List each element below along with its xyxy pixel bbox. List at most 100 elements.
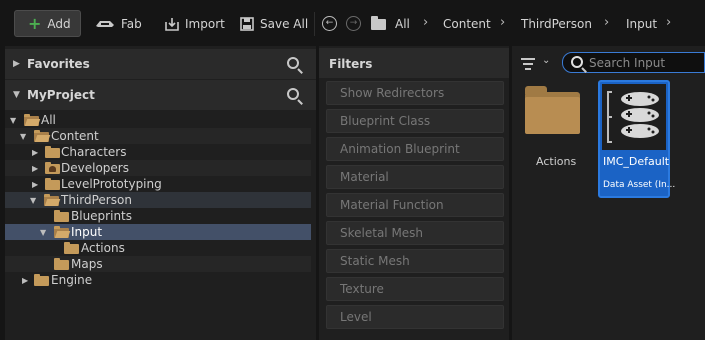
tree-item-developers[interactable]: ▶ Developers [5,160,311,176]
folder-icon [371,16,386,30]
tree-item-engine[interactable]: ▶ Engine [5,272,311,288]
save-all-button-label: Save All [260,16,309,31]
filter-level[interactable]: Level [326,305,504,329]
breadcrumb-thirdperson[interactable]: ThirdPerson [521,17,592,31]
chevron-right-icon[interactable]: › [666,15,671,30]
filter-skeletal-mesh[interactable]: Skeletal Mesh [326,221,504,245]
filters-header: Filters [319,48,509,78]
folder-open-icon [24,114,39,126]
filter-blueprint-class[interactable]: Blueprint Class [326,109,504,133]
asset-type: Data Asset (In... [603,180,676,190]
tree-item-blueprints[interactable]: Blueprints [5,208,311,224]
filter-show-redirectors[interactable]: Show Redirectors [326,81,504,105]
back-button[interactable]: ← [322,16,337,31]
folder-icon [54,258,69,270]
filters-title: Filters [329,57,373,71]
tree-item-all[interactable]: ▼ All [5,112,311,128]
tree-item-thirdperson[interactable]: ▼ ThirdPerson [5,192,311,208]
chevron-down-icon: ⌄ [542,55,551,66]
import-button-label: Import [185,16,225,31]
tree-item-content[interactable]: ▼ Content [5,128,311,144]
chevron-right-icon[interactable]: › [604,15,609,30]
asset-folder-actions[interactable] [523,80,583,140]
caret-down-icon[interactable]: ▼ [40,228,46,237]
filter-static-mesh[interactable]: Static Mesh [326,249,504,273]
caret-down-icon[interactable]: ▼ [10,116,16,125]
caret-right-icon: ▶ [13,59,20,69]
folder-icon [45,178,60,190]
developer-folder-icon [45,162,60,174]
breadcrumb-all[interactable]: All [395,17,410,31]
chevron-right-icon[interactable]: › [423,15,428,30]
caret-right-icon[interactable]: ▶ [32,164,38,173]
tree-item-input[interactable]: ▼ Input [5,224,311,240]
tree-item-label: ThirdPerson [61,193,132,207]
folder-open-icon [44,194,59,206]
tree-item-levelprototyping[interactable]: ▶ LevelPrototyping [5,176,311,192]
breadcrumb-content[interactable]: Content [443,17,491,31]
folder-icon [54,210,69,222]
search-box[interactable] [562,52,705,73]
favorites-header[interactable]: ▶ Favorites [5,49,316,79]
asset-folder-label: Actions [536,155,577,168]
tree-item-label: Content [51,129,99,143]
caret-right-icon[interactable]: ▶ [32,148,38,157]
filters-panel: Filters Show Redirectors Blueprint Class… [319,46,509,340]
forward-button[interactable]: → [346,16,361,31]
tree-item-characters[interactable]: ▶ Characters [5,144,311,160]
filter-animation-blueprint[interactable]: Animation Blueprint [326,137,504,161]
save-all-button[interactable]: Save All [240,10,308,37]
fab-icon [96,20,114,27]
import-button[interactable]: Import [165,10,225,37]
tree-item-label: Input [71,225,103,239]
filter-material-function[interactable]: Material Function [326,193,504,217]
sources-panel: ▶ Favorites ▼ MyProject ▼ All ▼ Content … [5,46,316,340]
folder-icon [45,146,60,158]
add-button[interactable]: + Add [14,10,81,37]
content-browser-toolbar: + Add Fab Import Save All ← → All › Cont… [0,0,705,46]
search-icon[interactable] [287,88,299,100]
tree-item-label: Blueprints [71,209,133,223]
tree-item-actions[interactable]: Actions [5,240,311,256]
folder-icon [64,242,79,254]
caret-down-icon[interactable]: ▼ [30,196,36,205]
tree-item-label: Engine [51,273,93,287]
caret-down-icon: ▼ [13,90,20,100]
asset-card-imc-default[interactable]: IMC_Default Data Asset (In... [598,80,675,198]
tree-item-label: Actions [81,241,125,255]
tree-item-label: LevelPrototyping [61,177,162,191]
breadcrumb-input[interactable]: Input [626,17,657,31]
chevron-right-icon[interactable]: › [500,15,505,30]
tree-item-maps[interactable]: Maps [5,256,311,272]
search-icon[interactable] [287,57,299,69]
filter-dropdown-button[interactable]: ⌄ [521,55,553,74]
arrow-right-icon: → [349,18,358,28]
caret-right-icon[interactable]: ▶ [22,276,28,285]
folder-open-icon [34,130,49,142]
filter-material[interactable]: Material [326,165,504,189]
tree-item-label: Characters [61,145,127,159]
toolbar-divider [314,12,315,36]
project-title: MyProject [27,88,95,102]
project-header[interactable]: ▼ MyProject [5,80,316,110]
asset-view: ⌄ Actions [512,46,705,340]
search-input[interactable] [589,55,699,71]
caret-down-icon[interactable]: ▼ [20,132,26,141]
arrow-left-icon: ← [325,18,334,28]
filter-texture[interactable]: Texture [326,277,504,301]
folder-icon [34,274,49,286]
add-button-label: Add [47,16,71,31]
tree-item-label: Developers [61,161,129,175]
tree-item-label: Maps [71,257,103,271]
plus-icon: + [28,13,42,33]
folder-icon [525,86,580,134]
filter-icon-line [523,63,533,65]
fab-button-label: Fab [121,16,142,31]
favorites-title: Favorites [27,57,90,71]
import-icon [165,17,179,31]
fab-button[interactable]: Fab [95,10,142,37]
filter-icon-line [525,68,531,70]
caret-right-icon[interactable]: ▶ [32,180,38,189]
gamepad-stack-icon [607,91,659,143]
save-icon [240,16,254,31]
